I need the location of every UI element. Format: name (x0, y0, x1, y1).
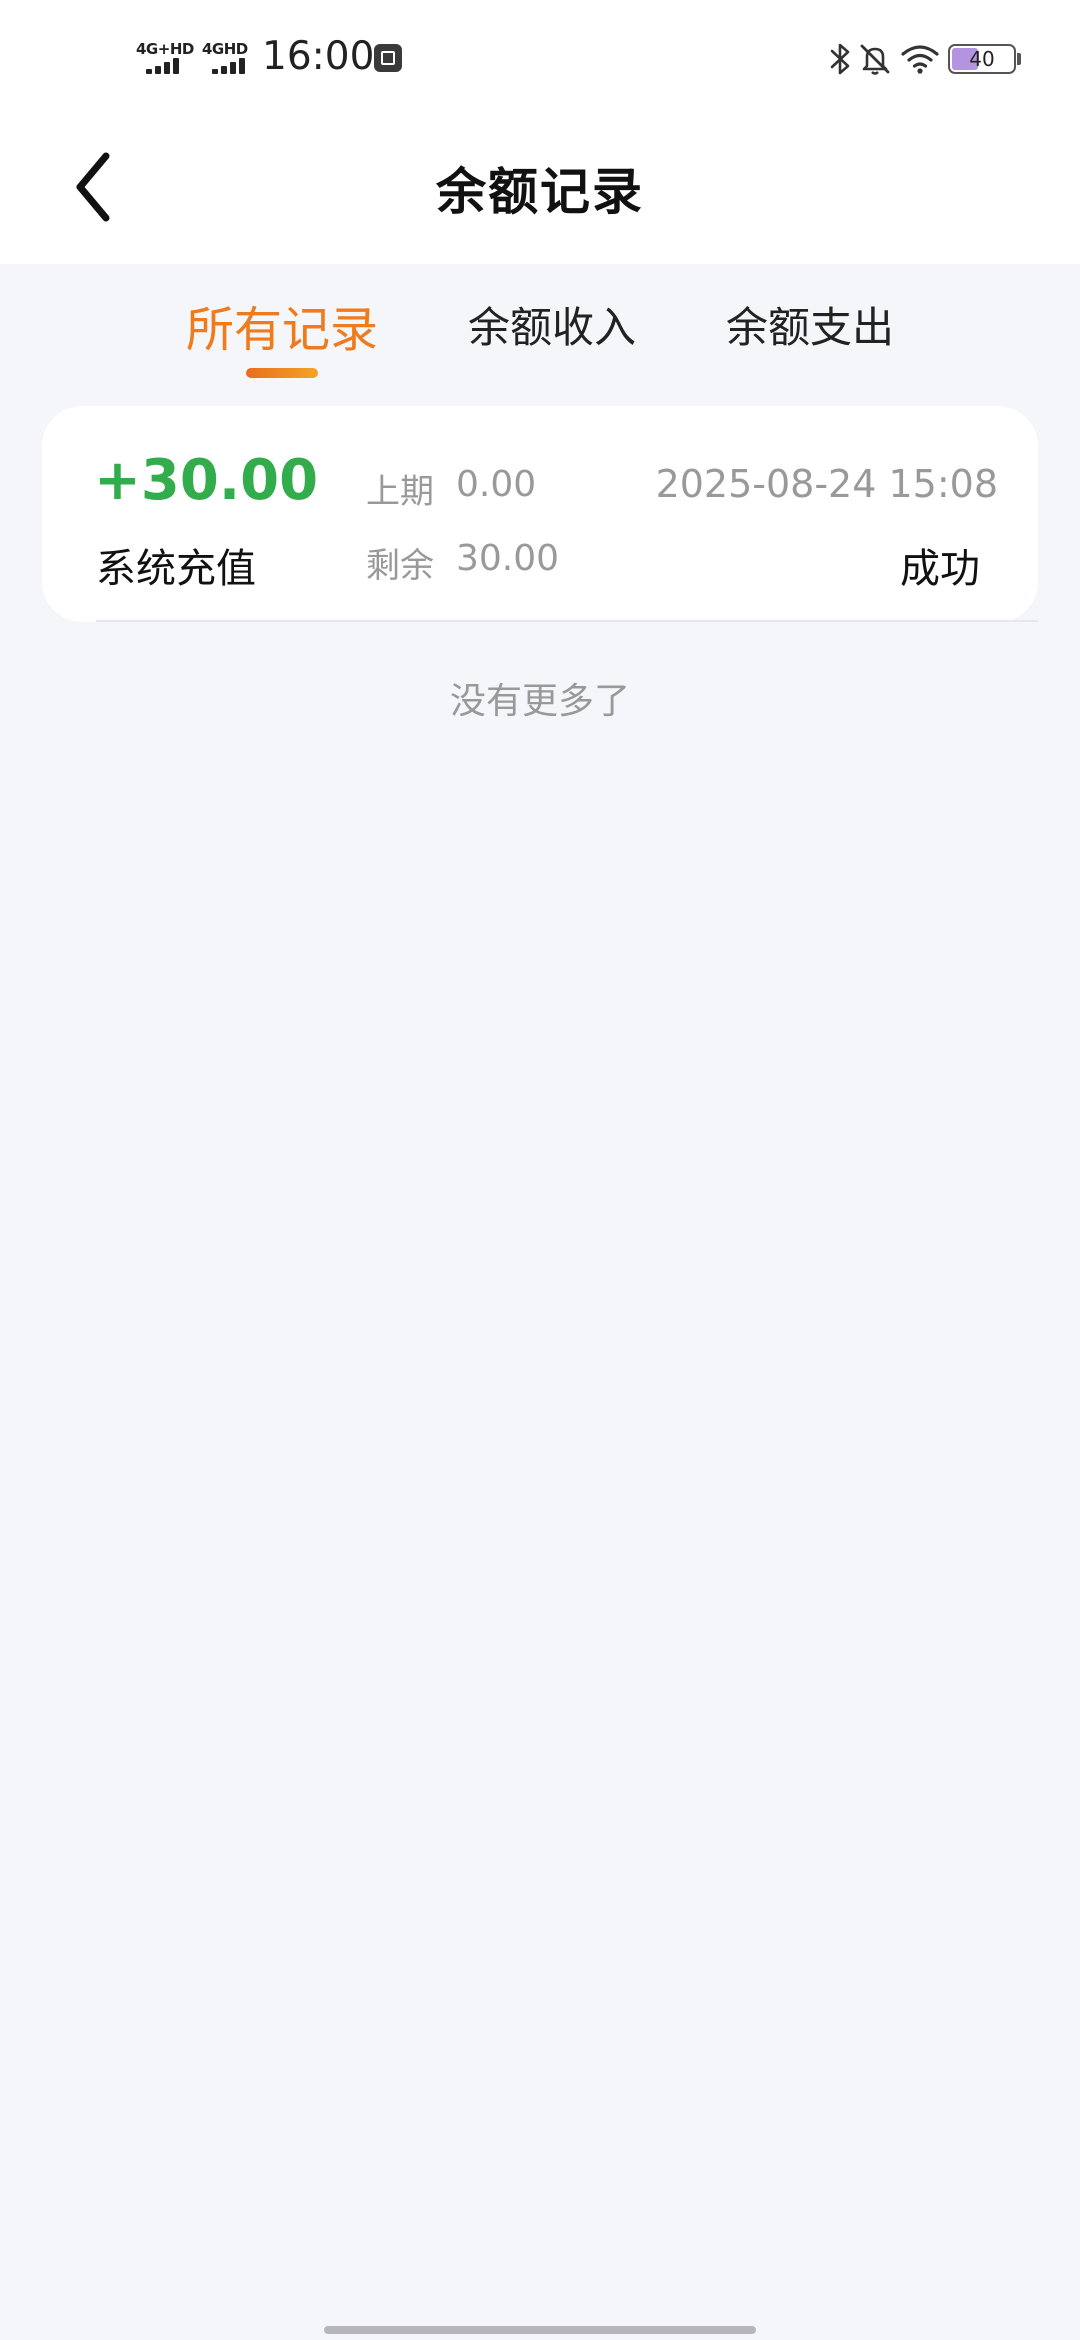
signal-2-label: 4GHD (202, 40, 248, 58)
status-bar: 4G+HD 4GHD 16:00 40 (0, 0, 1080, 120)
record-datetime: 2025-08-24 15:08 (655, 462, 998, 506)
notification-icon (374, 44, 402, 72)
tab-balance-expense[interactable]: 余额支出 (726, 294, 894, 355)
wifi-icon (901, 45, 939, 74)
battery-level: 40 (969, 47, 995, 71)
record-status: 成功 (900, 546, 980, 592)
record-type: 系统充值 (96, 546, 256, 592)
bluetooth-icon (830, 43, 850, 75)
signal-1-label: 4G+HD (136, 40, 194, 58)
remaining-balance-label: 剩余 (366, 546, 434, 586)
mute-icon (860, 44, 890, 75)
previous-balance-label: 上期 (366, 472, 434, 512)
signal-icon: 4G+HD (136, 40, 194, 76)
home-indicator[interactable] (324, 2326, 756, 2334)
page-title: 余额记录 (436, 163, 644, 221)
record-card[interactable]: +30.00 系统充值 上期 0.00 剩余 30.00 2025-08-24 … (42, 406, 1038, 622)
previous-balance-value: 0.00 (456, 464, 537, 505)
tab-active-indicator (246, 368, 318, 378)
record-divider (96, 620, 1038, 622)
remaining-balance-value: 30.00 (456, 538, 560, 579)
tab-balance-income[interactable]: 余额收入 (468, 294, 636, 355)
record-tabs: 所有记录 余额收入 余额支出 (0, 264, 1080, 394)
record-amount: +30.00 (94, 448, 319, 513)
nav-header: 余额记录 (0, 120, 1080, 264)
status-time: 16:00 (262, 34, 375, 79)
tab-all-records[interactable]: 所有记录 (186, 290, 378, 360)
battery-tip (1017, 53, 1021, 65)
battery-icon: 40 (948, 44, 1016, 74)
signal-icon: 4GHD (202, 40, 256, 76)
no-more-text: 没有更多了 (449, 681, 630, 722)
